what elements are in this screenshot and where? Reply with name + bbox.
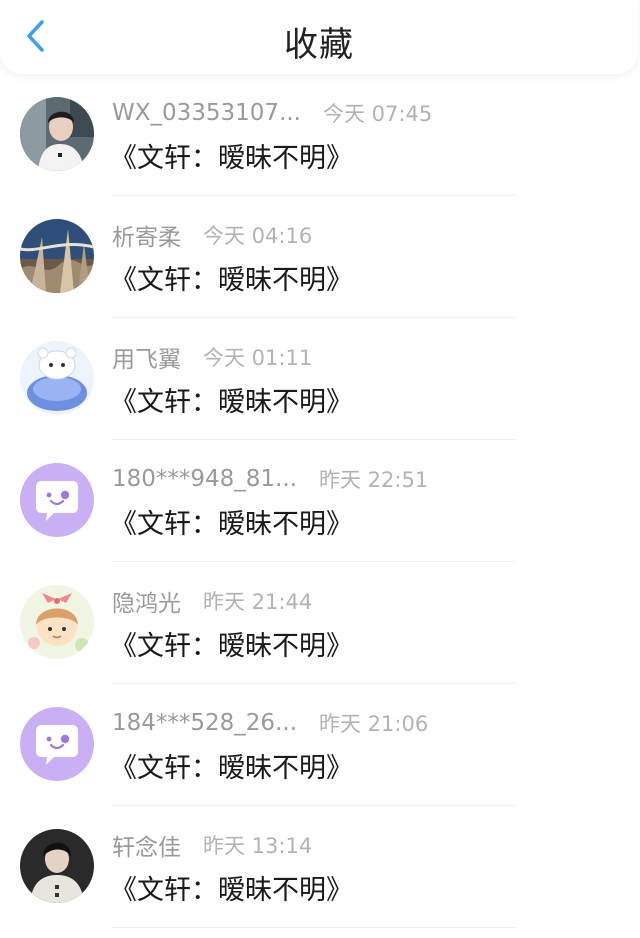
user-name[interactable]: 用飞翼 xyxy=(112,340,181,374)
user-name[interactable]: WX_03353107... xyxy=(112,100,301,126)
avatar[interactable] xyxy=(20,463,94,537)
top-bar: 收藏 xyxy=(0,0,638,74)
list-item[interactable]: 180***948_81... 昨天 22:51 《文轩：暧昧不明》 xyxy=(0,440,640,562)
timestamp: 昨天 13:14 xyxy=(203,834,313,858)
item-meta: 轩念佳 昨天 13:14 xyxy=(112,828,313,862)
timestamp: 今天 01:11 xyxy=(203,346,313,370)
list-item[interactable]: WX_03353107... 今天 07:45 《文轩：暧昧不明》 xyxy=(0,74,640,196)
favorite-title[interactable]: 《文轩：暧昧不明》 xyxy=(110,380,353,419)
user-name[interactable]: 184***528_26... xyxy=(112,710,297,736)
item-meta: 184***528_26... 昨天 21:06 xyxy=(112,708,428,738)
item-meta: WX_03353107... 今天 07:45 xyxy=(112,98,432,128)
item-meta: 用飞翼 今天 01:11 xyxy=(112,340,313,374)
user-name[interactable]: 隐鸿光 xyxy=(112,584,181,618)
avatar[interactable] xyxy=(20,219,94,293)
avatar[interactable] xyxy=(20,707,94,781)
favorite-title[interactable]: 《文轩：暧昧不明》 xyxy=(110,868,353,907)
divider xyxy=(112,927,516,928)
favorite-title[interactable]: 《文轩：暧昧不明》 xyxy=(110,502,353,541)
list-item[interactable]: 隐鸿光 昨天 21:44 《文轩：暧昧不明》 xyxy=(0,562,640,684)
avatar[interactable] xyxy=(20,97,94,171)
item-meta: 析寄柔 今天 04:16 xyxy=(112,218,313,252)
item-meta: 180***948_81... 昨天 22:51 xyxy=(112,464,428,494)
list-item[interactable]: 轩念佳 昨天 13:14 《文轩：暧昧不明》 xyxy=(0,806,640,928)
page-title: 收藏 xyxy=(284,25,354,65)
list-item[interactable]: 用飞翼 今天 01:11 《文轩：暧昧不明》 xyxy=(0,318,640,440)
favorite-title[interactable]: 《文轩：暧昧不明》 xyxy=(110,136,353,175)
timestamp: 昨天 21:44 xyxy=(203,590,313,614)
list-item[interactable]: 析寄柔 今天 04:16 《文轩：暧昧不明》 xyxy=(0,196,640,318)
favorite-title[interactable]: 《文轩：暧昧不明》 xyxy=(110,624,353,663)
favorite-title[interactable]: 《文轩：暧昧不明》 xyxy=(110,746,353,785)
avatar[interactable] xyxy=(20,829,94,903)
timestamp: 昨天 21:06 xyxy=(319,712,429,736)
list-item[interactable]: 184***528_26... 昨天 21:06 《文轩：暧昧不明》 xyxy=(0,684,640,806)
avatar[interactable] xyxy=(20,585,94,659)
avatar[interactable] xyxy=(20,341,94,415)
user-name[interactable]: 析寄柔 xyxy=(112,218,181,252)
timestamp: 今天 04:16 xyxy=(203,224,313,248)
favorites-list: WX_03353107... 今天 07:45 《文轩：暧昧不明》 析寄柔 今天… xyxy=(0,74,640,928)
user-name[interactable]: 180***948_81... xyxy=(112,466,297,492)
favorite-title[interactable]: 《文轩：暧昧不明》 xyxy=(110,258,353,297)
item-meta: 隐鸿光 昨天 21:44 xyxy=(112,584,313,618)
timestamp: 今天 07:45 xyxy=(323,102,433,126)
user-name[interactable]: 轩念佳 xyxy=(112,828,181,862)
timestamp: 昨天 22:51 xyxy=(319,468,429,492)
